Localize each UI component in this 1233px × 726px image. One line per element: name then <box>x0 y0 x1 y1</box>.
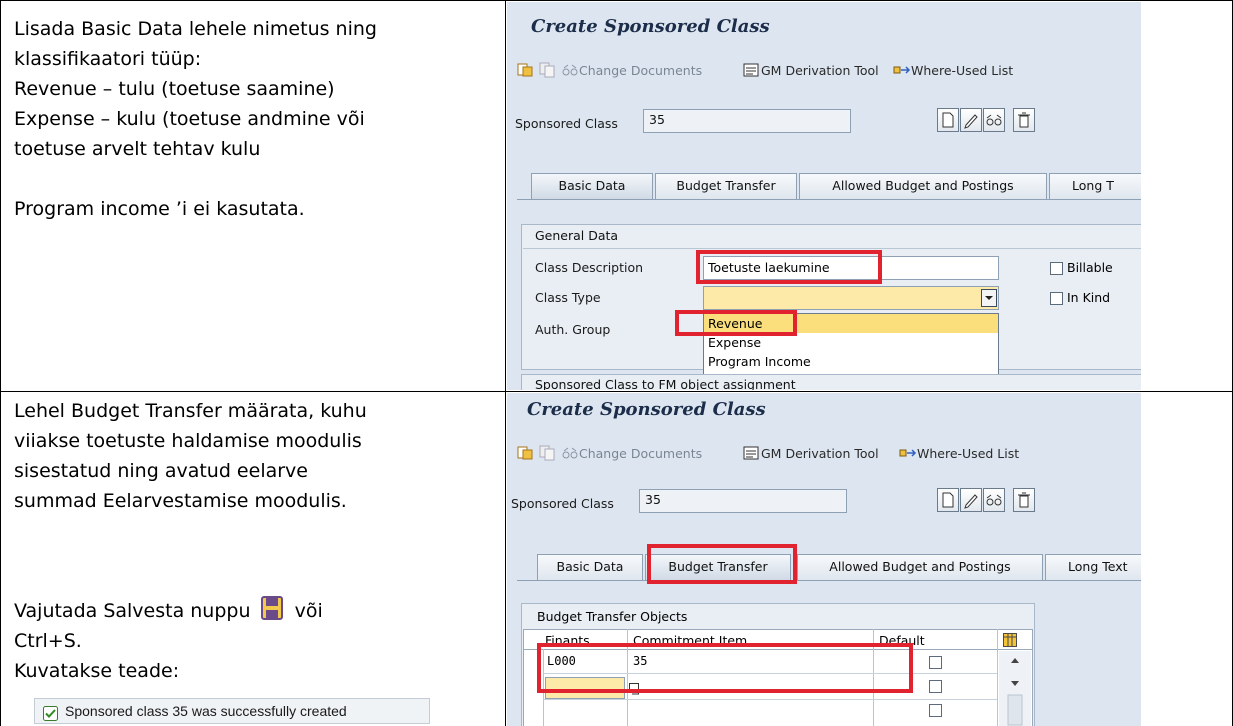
dropdown-arrow-button[interactable] <box>981 289 997 307</box>
display-change-icon[interactable] <box>517 445 533 461</box>
group-header-divider <box>523 248 1141 249</box>
highlight-revenue-option <box>675 310 797 336</box>
gm-derivation-tool-button[interactable]: GM Derivation Tool <box>761 63 879 78</box>
instruction-line: Lehel Budget Transfer määrata, kuhu <box>14 400 367 422</box>
shown-message-text: Kuvatakse teade: <box>14 660 180 682</box>
display-glasses-button[interactable] <box>983 108 1005 132</box>
row-divider <box>543 699 997 700</box>
edit-pencil-button[interactable] <box>960 488 982 512</box>
tab-basic-data[interactable]: Basic Data <box>531 173 653 199</box>
success-message: Sponsored class 35 was successfully crea… <box>65 703 347 719</box>
display-change-icon[interactable] <box>517 62 533 78</box>
instructions-top: Lisada Basic Data lehele nimetus ning kl… <box>14 14 377 224</box>
dropdown-option-program-income[interactable]: Program Income <box>704 352 998 371</box>
where-used-list-button[interactable]: Where-Used List <box>911 63 1013 78</box>
save-instruction: Vajutada Salvesta nuppu või <box>14 596 323 626</box>
floppy-disk-icon <box>260 596 283 620</box>
change-documents-button[interactable]: Change Documents <box>579 446 702 461</box>
highlight-first-row <box>537 643 913 693</box>
table-row-divider <box>0 391 1233 392</box>
save-line-suffix: või <box>294 600 323 622</box>
ctrl-s-line: Ctrl+S. Kuvatakse teade: <box>14 626 179 686</box>
instruction-line: Lisada Basic Data lehele nimetus ning <box>14 18 377 40</box>
create-button[interactable] <box>937 108 959 132</box>
copy-icon[interactable] <box>539 445 555 461</box>
instruction-line: sisestatud ning avatud eelarve <box>14 460 308 482</box>
display-glasses-button[interactable] <box>983 488 1005 512</box>
delete-button[interactable] <box>1013 488 1035 512</box>
tab-budget-transfer[interactable]: Budget Transfer <box>655 173 797 199</box>
tab-basic-data[interactable]: Basic Data <box>537 554 643 580</box>
gm-derivation-icon[interactable] <box>743 62 759 78</box>
gm-derivation-icon[interactable] <box>743 445 759 461</box>
tab-strip-baseline <box>517 199 1141 200</box>
highlight-budget-transfer-tab <box>647 544 797 584</box>
general-data-title: General Data <box>535 228 619 243</box>
sap-screen-basic-data: Create Sponsored Class Change Documents … <box>507 2 1141 390</box>
in-kind-label: In Kind <box>1067 290 1111 305</box>
table-scrollbar[interactable] <box>999 651 1031 726</box>
highlight-class-description <box>696 250 882 284</box>
sponsored-class-label: Sponsored Class <box>515 116 618 131</box>
tab-allowed-budget[interactable]: Allowed Budget and Postings <box>797 554 1043 580</box>
instruction-line: Revenue – tulu (toetuse saamine) <box>14 78 335 100</box>
copy-icon[interactable] <box>539 62 555 78</box>
in-kind-checkbox[interactable] <box>1050 292 1063 305</box>
instruction-line: viiakse toetuste haldamise moodulis <box>14 430 362 452</box>
default-checkbox[interactable] <box>929 656 942 669</box>
instruction-line: toetuse arvelt tehtav kulu <box>14 138 261 160</box>
class-type-select[interactable] <box>703 286 999 310</box>
toolbar: Change Documents GM Derivation Tool Wher… <box>507 443 1141 463</box>
delete-button[interactable] <box>1013 108 1035 132</box>
auth-group-label: Auth. Group <box>535 322 611 337</box>
save-line-prefix: Vajutada Salvesta nuppu <box>14 600 251 622</box>
ctrl-s-text: Ctrl+S. <box>14 630 82 652</box>
instruction-line: klassifikaatori tüüp: <box>14 48 202 70</box>
edit-pencil-button[interactable] <box>960 108 982 132</box>
sap-screen-budget-transfer: Create Sponsored Class Change Documents … <box>507 393 1141 726</box>
gm-derivation-tool-button[interactable]: GM Derivation Tool <box>761 446 879 461</box>
tab-allowed-budget[interactable]: Allowed Budget and Postings <box>799 173 1047 199</box>
where-used-icon[interactable] <box>899 445 917 461</box>
column-divider <box>997 629 998 726</box>
glasses-icon[interactable] <box>562 63 578 77</box>
screen-title: Create Sponsored Class <box>531 16 770 37</box>
create-button[interactable] <box>937 488 959 512</box>
toolbar: Change Documents GM Derivation Tool Wher… <box>507 60 1141 80</box>
table-border-left <box>0 0 1 726</box>
tab-long-text[interactable]: Long Text <box>1045 554 1141 580</box>
where-used-icon[interactable] <box>893 62 911 78</box>
instruction-line: Expense – kulu (toetuse andmine või <box>14 108 365 130</box>
fm-assignment-title: Sponsored Class to FM object assignment <box>535 377 796 390</box>
table-border-top <box>0 0 1233 1</box>
document-table: Lisada Basic Data lehele nimetus ning kl… <box>0 0 1233 726</box>
class-description-label: Class Description <box>535 260 644 275</box>
default-checkbox[interactable] <box>929 680 942 693</box>
tab-strip-baseline <box>517 580 1141 581</box>
billable-checkbox[interactable] <box>1050 262 1063 275</box>
instruction-line: Program income ’i ei kasutata. <box>14 198 305 220</box>
change-documents-button[interactable]: Change Documents <box>579 63 702 78</box>
instruction-line: summad Eelarvestamise moodulis. <box>14 490 347 512</box>
where-used-list-button[interactable]: Where-Used List <box>917 446 1019 461</box>
sponsored-class-label: Sponsored Class <box>511 496 614 511</box>
default-checkbox[interactable] <box>929 704 942 717</box>
class-type-label: Class Type <box>535 290 601 305</box>
billable-label: Billable <box>1067 260 1113 275</box>
screen-title: Create Sponsored Class <box>527 399 766 420</box>
instructions-bottom: Lehel Budget Transfer määrata, kuhu viia… <box>14 396 367 516</box>
sponsored-class-field: 35 <box>639 489 847 513</box>
sponsored-class-field: 35 <box>643 109 851 133</box>
column-settings-icon[interactable] <box>1003 632 1017 647</box>
checkmark-icon <box>43 704 58 721</box>
table-title: Budget Transfer Objects <box>537 609 688 624</box>
table-column-divider <box>505 0 506 726</box>
success-message-bar: Sponsored class 35 was successfully crea… <box>34 698 430 724</box>
instruction-line <box>14 164 377 194</box>
tab-long-text[interactable]: Long T <box>1049 173 1141 199</box>
glasses-icon[interactable] <box>562 446 578 460</box>
